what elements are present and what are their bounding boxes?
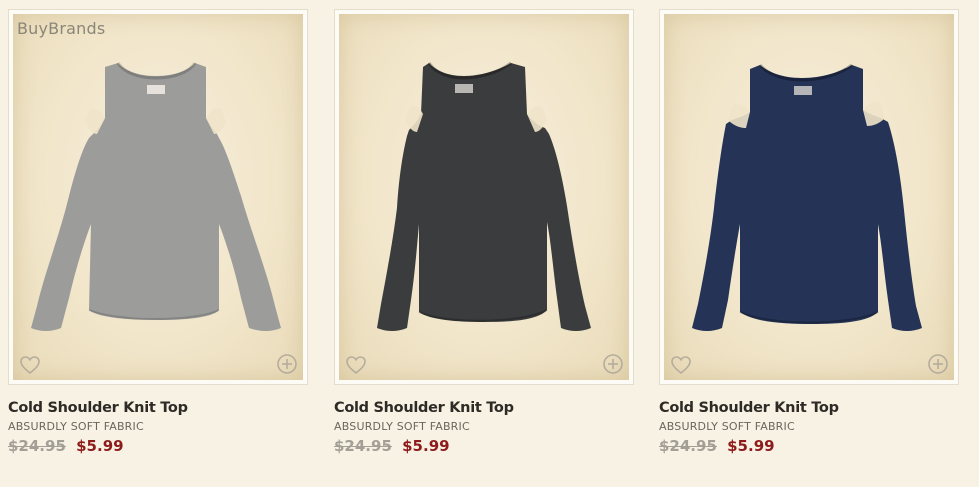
add-to-bag-plus-circle-icon[interactable] [927, 353, 949, 375]
price-row: $24.95 $5.99 [334, 437, 634, 455]
product-image[interactable] [334, 9, 634, 385]
product-name[interactable]: Cold Shoulder Knit Top [334, 400, 514, 416]
original-price: $24.95 [659, 437, 717, 455]
product-card[interactable]: Cold Shoulder Knit Top ABSURDLY SOFT FAB… [334, 9, 634, 455]
product-name[interactable]: Cold Shoulder Knit Top [8, 400, 188, 416]
product-tagline: ABSURDLY SOFT FABRIC [8, 420, 144, 433]
wishlist-heart-icon[interactable] [19, 355, 41, 375]
watermark-text: BuyBrands [17, 19, 106, 38]
add-to-bag-plus-circle-icon[interactable] [276, 353, 298, 375]
sale-price: $5.99 [76, 437, 124, 455]
price-row: $24.95 $5.99 [8, 437, 308, 455]
product-image[interactable] [659, 9, 959, 385]
product-info: Cold Shoulder Knit Top ABSURDLY SOFT FAB… [8, 385, 308, 455]
sale-price: $5.99 [727, 437, 775, 455]
product-info: Cold Shoulder Knit Top ABSURDLY SOFT FAB… [659, 385, 959, 455]
wishlist-heart-icon[interactable] [345, 355, 367, 375]
price-row: $24.95 $5.99 [659, 437, 959, 455]
original-price: $24.95 [8, 437, 66, 455]
shirt-image [692, 63, 922, 331]
shirt-image [377, 61, 591, 331]
product-card[interactable]: Cold Shoulder Knit Top ABSURDLY SOFT FAB… [659, 9, 959, 455]
wishlist-heart-icon[interactable] [670, 355, 692, 375]
add-to-bag-plus-circle-icon[interactable] [602, 353, 624, 375]
product-tagline: ABSURDLY SOFT FABRIC [659, 420, 795, 433]
product-image[interactable] [8, 9, 308, 385]
sale-price: $5.99 [402, 437, 450, 455]
product-name[interactable]: Cold Shoulder Knit Top [659, 400, 839, 416]
shirt-image [31, 62, 281, 331]
product-info: Cold Shoulder Knit Top ABSURDLY SOFT FAB… [334, 385, 634, 455]
product-card[interactable]: Cold Shoulder Knit Top ABSURDLY SOFT FAB… [8, 9, 308, 455]
original-price: $24.95 [334, 437, 392, 455]
product-tagline: ABSURDLY SOFT FABRIC [334, 420, 470, 433]
